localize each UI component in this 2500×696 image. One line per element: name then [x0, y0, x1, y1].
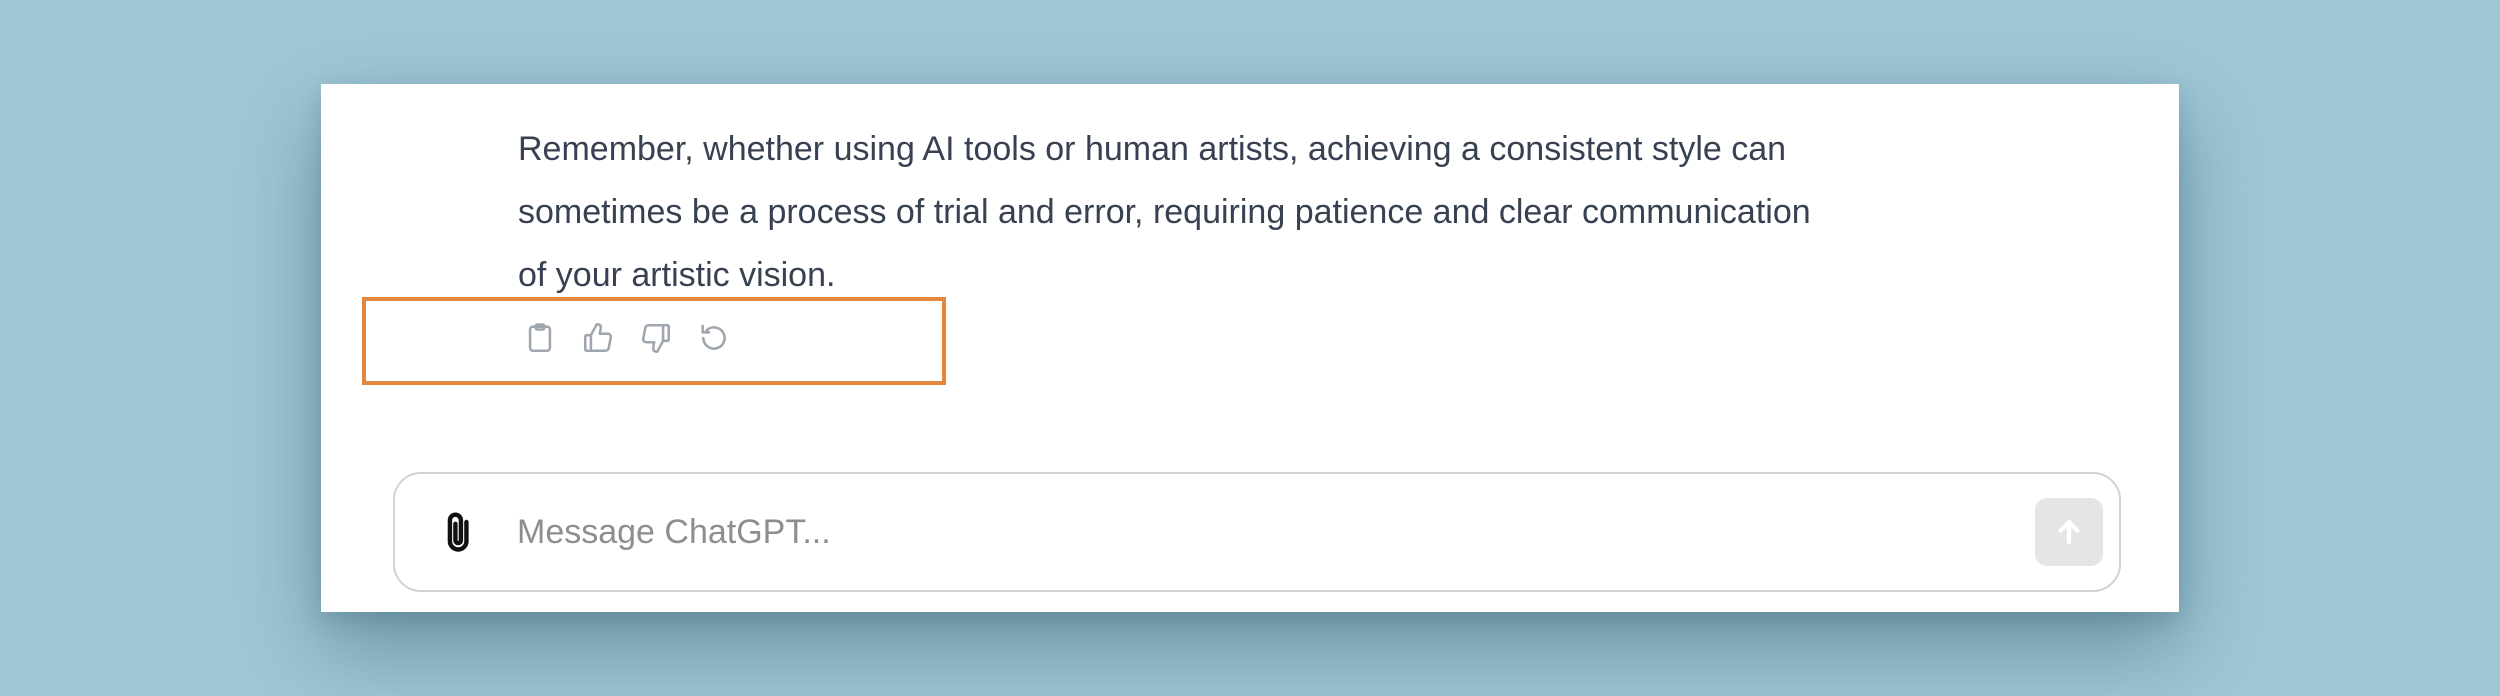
assistant-message: Remember, whether using AI tools or huma… [518, 118, 1938, 307]
copy-button[interactable] [520, 318, 560, 358]
chat-panel: Remember, whether using AI tools or huma… [321, 84, 2179, 612]
thumbs-down-icon [641, 323, 671, 353]
thumbs-up-icon [583, 323, 613, 353]
thumbs-down-button[interactable] [636, 318, 676, 358]
message-input[interactable] [517, 500, 1957, 564]
message-line: sometimes be a process of trial and erro… [518, 193, 1811, 231]
paperclip-icon [447, 512, 469, 552]
send-button[interactable] [2035, 498, 2103, 566]
message-line: Remember, whether using AI tools or huma… [518, 130, 1787, 168]
regenerate-icon [701, 324, 726, 350]
clipboard-icon [528, 323, 552, 353]
message-actions [520, 318, 734, 358]
regenerate-button[interactable] [694, 318, 734, 358]
attach-button[interactable] [435, 508, 485, 558]
arrow-up-icon [2058, 519, 2080, 545]
thumbs-up-button[interactable] [578, 318, 618, 358]
message-composer [393, 472, 2121, 592]
